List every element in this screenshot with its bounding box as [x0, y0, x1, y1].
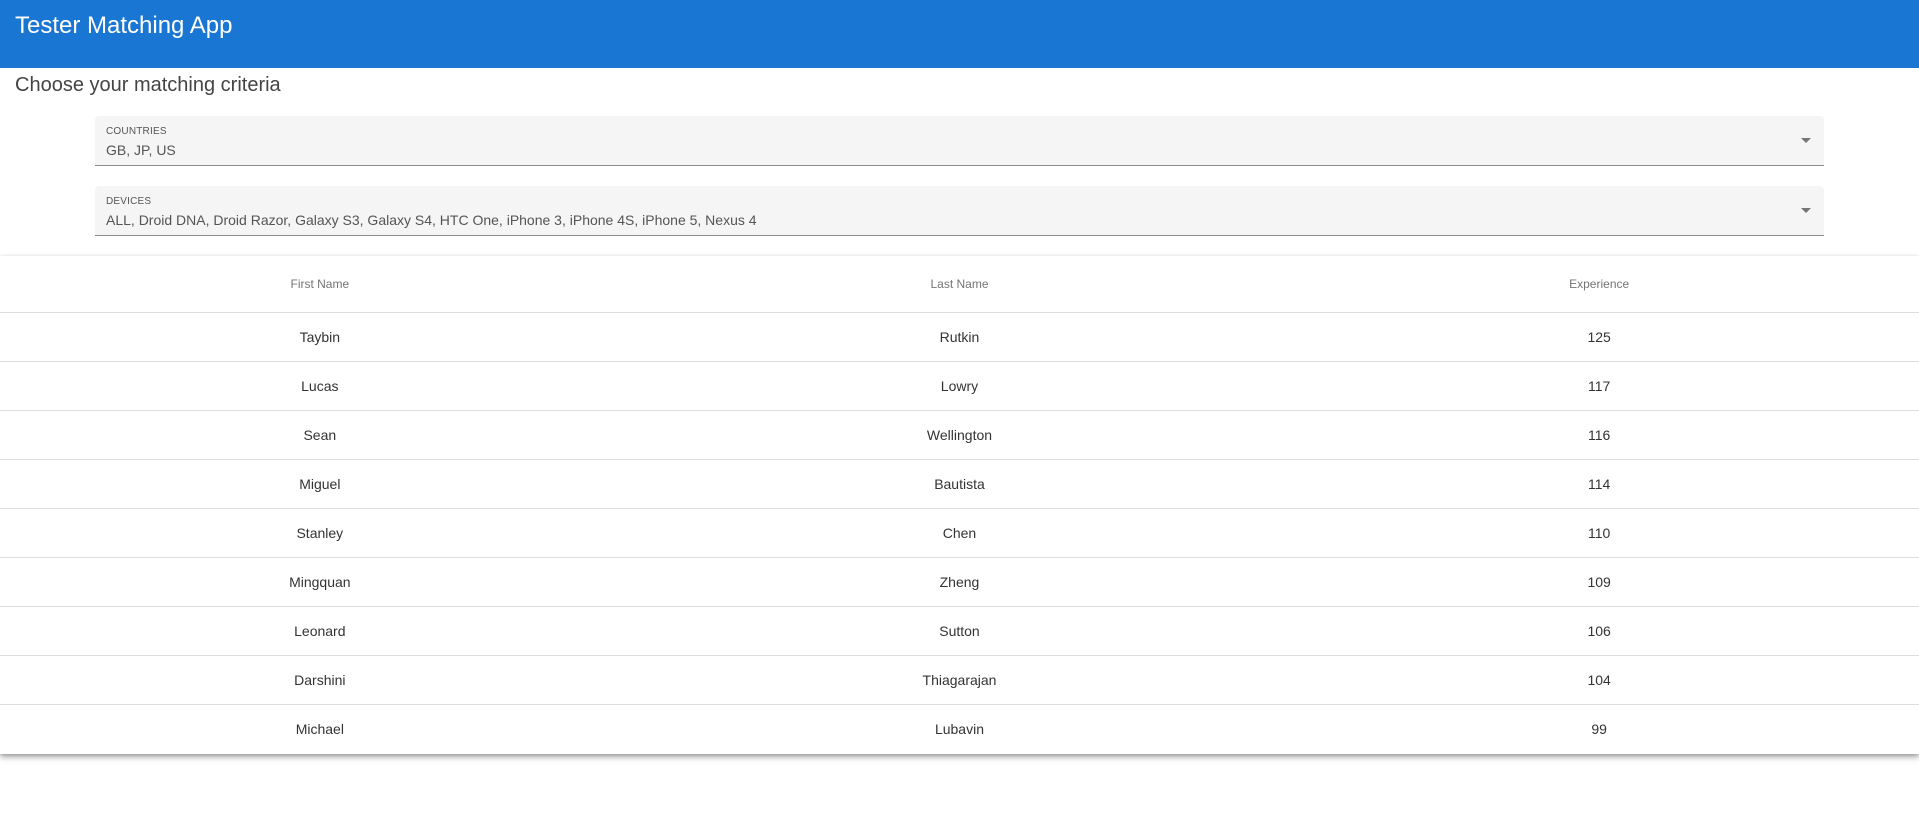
experience-cell: 104 [1279, 655, 1919, 705]
table-row[interactable]: Mingquan Zheng 109 [0, 557, 1919, 607]
first-name-cell: Sean [0, 410, 640, 460]
last-name-cell: Lubavin [934, 721, 984, 737]
column-header-experience[interactable]: Experience [1279, 256, 1919, 313]
last-name-cell: Lowry [639, 361, 1280, 411]
table-row[interactable]: Stanley Chen 110 [0, 508, 1919, 558]
last-name-cell: Bautista [639, 459, 1280, 509]
last-name-cell: Zheng [639, 557, 1280, 607]
last-name-cell: Rutkin [639, 312, 1280, 362]
app-title: Tester Matching App [15, 12, 233, 39]
first-name-cell: Taybin [0, 312, 640, 362]
criteria-heading: Choose your matching criteria [15, 74, 281, 96]
devices-label: Devices [106, 196, 152, 207]
experience-cell: 109 [1279, 557, 1919, 607]
first-name-cell: Miguel [0, 459, 640, 509]
countries-value: GB, JP, US [106, 142, 176, 158]
experience-cell: 110 [1279, 508, 1919, 558]
experience-cell: 99 [1591, 721, 1607, 737]
countries-label: Countries [106, 126, 167, 137]
app-bar: Tester Matching App [0, 0, 1919, 68]
first-name-cell: Michael [295, 721, 344, 737]
first-name-cell: Mingquan [0, 557, 640, 607]
experience-cell: 116 [1279, 410, 1919, 460]
countries-select[interactable]: Countries GB, JP, US [95, 116, 1824, 166]
arrow-drop-down-icon[interactable] [1801, 208, 1811, 213]
last-name-cell: Chen [639, 508, 1280, 558]
table-row[interactable]: Leonard Sutton 106 [0, 606, 1919, 656]
experience-cell: 114 [1279, 459, 1919, 509]
experience-cell: 125 [1279, 312, 1919, 362]
column-header-last-name[interactable]: Last Name [639, 256, 1280, 313]
table-row[interactable]: Sean Wellington 116 [0, 410, 1919, 460]
last-name-cell: Wellington [639, 410, 1280, 460]
results-table: First Name Last Name Experience Taybin R… [0, 256, 1919, 753]
table-row[interactable]: Michael Lubavin 99 [0, 705, 1919, 754]
experience-cell: 106 [1279, 606, 1919, 656]
devices-select[interactable]: Devices ALL, Droid DNA, Droid Razor, Gal… [95, 186, 1824, 236]
last-name-cell: Thiagarajan [639, 655, 1280, 705]
table-row[interactable]: Lucas Lowry 117 [0, 361, 1919, 411]
results-table-card: First Name Last Name Experience Taybin R… [0, 256, 1919, 754]
first-name-cell: Leonard [0, 606, 640, 656]
devices-value: ALL, Droid DNA, Droid Razor, Galaxy S3, … [106, 212, 757, 228]
first-name-cell: Stanley [0, 508, 640, 558]
first-name-cell: Lucas [0, 361, 640, 411]
last-name-cell: Sutton [639, 606, 1280, 656]
first-name-cell: Darshini [0, 655, 640, 705]
experience-cell: 117 [1279, 361, 1919, 411]
table-row[interactable]: Darshini Thiagarajan 104 [0, 655, 1919, 705]
column-header-first-name[interactable]: First Name [0, 256, 640, 313]
table-row[interactable]: Taybin Rutkin 125 [0, 312, 1919, 362]
table-row[interactable]: Miguel Bautista 114 [0, 459, 1919, 509]
table-header-row: First Name Last Name Experience [0, 256, 1919, 313]
arrow-drop-down-icon[interactable] [1801, 138, 1811, 143]
